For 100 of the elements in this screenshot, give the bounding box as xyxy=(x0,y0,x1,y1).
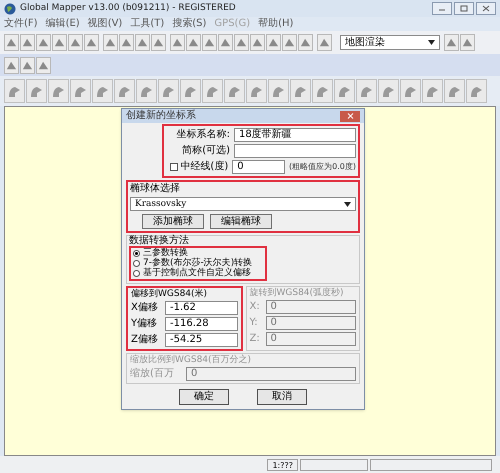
tool-button[interactable] xyxy=(119,34,134,51)
field-label: Y偏移 xyxy=(131,319,158,329)
text-field[interactable]: -54.25 xyxy=(165,333,238,347)
radio-option[interactable]: 三参数转换 xyxy=(133,249,263,258)
text-field[interactable]: -116.28 xyxy=(165,317,238,331)
field-label: X偏移 xyxy=(131,303,159,313)
menu-item[interactable]: 搜索(S) xyxy=(172,19,206,29)
tool-button[interactable] xyxy=(36,56,51,74)
tool-icon xyxy=(268,37,279,48)
tool-button[interactable] xyxy=(114,79,135,103)
tool-button[interactable] xyxy=(136,79,157,103)
tool-button[interactable] xyxy=(444,34,459,51)
tool-button[interactable] xyxy=(26,79,47,103)
tool-button[interactable] xyxy=(170,34,185,51)
menu-item[interactable]: 编辑(E) xyxy=(46,19,80,29)
tool-button[interactable] xyxy=(4,79,25,103)
tool-icon xyxy=(137,37,148,48)
tool-icon xyxy=(70,37,81,48)
tool-button[interactable] xyxy=(268,79,289,103)
text-field[interactable]: 0 xyxy=(232,160,286,174)
tool-button[interactable] xyxy=(20,34,35,51)
tool-button[interactable] xyxy=(422,79,443,103)
tool-button[interactable] xyxy=(290,79,311,103)
menu-item[interactable]: 帮助(H) xyxy=(258,19,294,29)
tool-icon xyxy=(220,37,231,48)
dropdown-arrow-icon xyxy=(428,40,435,45)
tool-icon xyxy=(38,37,49,48)
status-panel xyxy=(300,458,368,470)
tool-button[interactable] xyxy=(224,79,245,103)
close-button[interactable] xyxy=(476,2,496,15)
tool-button[interactable] xyxy=(378,79,399,103)
radio-button[interactable] xyxy=(133,260,140,267)
field-label: 坐标系名称: xyxy=(176,130,230,140)
maximize-icon xyxy=(460,5,468,12)
field-hint: (粗略值应为0.0度) xyxy=(289,163,356,171)
tool-button[interactable] xyxy=(202,79,223,103)
tool-button[interactable] xyxy=(334,79,355,103)
tool-button[interactable] xyxy=(70,79,91,103)
tool-button[interactable] xyxy=(68,34,83,51)
menu-item[interactable]: 视图(V) xyxy=(88,19,122,29)
tool-button[interactable] xyxy=(312,79,333,103)
tool-button[interactable] xyxy=(202,34,217,51)
field-label: Z偏移 xyxy=(131,335,159,345)
tool-button[interactable] xyxy=(103,34,118,51)
dialog-button[interactable]: 取消 xyxy=(257,389,307,405)
minimize-button[interactable] xyxy=(432,2,452,15)
tool-button[interactable] xyxy=(4,34,19,51)
radio-button[interactable] xyxy=(133,250,140,257)
tool-button[interactable] xyxy=(400,79,421,103)
tool-icon xyxy=(86,37,97,48)
tool-icon xyxy=(22,60,33,70)
ellipsoid-button[interactable]: 添加椭球 xyxy=(142,214,204,229)
close-icon xyxy=(482,5,490,12)
ellipsoid-dropdown[interactable]: Krassovsky xyxy=(130,197,356,211)
render-dropdown[interactable]: 地图渲染 xyxy=(340,35,440,50)
tool-icon xyxy=(252,37,263,48)
tool-button[interactable] xyxy=(282,34,297,51)
tool-button[interactable] xyxy=(466,79,487,103)
field-label: Z: xyxy=(250,334,261,344)
tool-icon xyxy=(446,37,457,48)
field-label: 简称(可选) xyxy=(181,146,230,156)
radio-option[interactable]: 基于控制点文件自定义偏移 xyxy=(133,269,263,278)
checkbox[interactable] xyxy=(170,163,178,171)
close-button[interactable] xyxy=(340,110,360,122)
text-field[interactable]: -1.62 xyxy=(165,301,238,315)
tool-button[interactable] xyxy=(250,34,265,51)
tool-button[interactable] xyxy=(266,34,281,51)
field-label: 缩放(百万 xyxy=(130,369,175,379)
menu-item[interactable]: 工具(T) xyxy=(130,19,164,29)
tool-button[interactable] xyxy=(36,34,51,51)
text-field[interactable] xyxy=(234,144,356,158)
tool-button[interactable] xyxy=(356,79,377,103)
tool-button[interactable] xyxy=(186,34,201,51)
tool-button[interactable] xyxy=(460,34,475,51)
text-field[interactable]: 18度带新疆 xyxy=(234,128,356,142)
dialog-button[interactable]: 确定 xyxy=(179,389,229,405)
tool-button[interactable] xyxy=(317,34,332,51)
tool-button[interactable] xyxy=(234,34,249,51)
tool-button[interactable] xyxy=(158,79,179,103)
tool-icon xyxy=(54,37,65,48)
radio-button[interactable] xyxy=(133,270,140,277)
tool-button[interactable] xyxy=(246,79,267,103)
radio-option[interactable]: 7-参数(布尔莎-沃尔夫)转换 xyxy=(133,259,263,268)
menu-item[interactable]: 文件(F) xyxy=(4,19,38,29)
tool-button[interactable] xyxy=(135,34,150,51)
tool-button[interactable] xyxy=(151,34,166,51)
tool-button[interactable] xyxy=(180,79,201,103)
maximize-button[interactable] xyxy=(454,2,474,15)
tool-button[interactable] xyxy=(52,34,67,51)
group-title: 偏移到WGS84(米) xyxy=(131,290,208,299)
tool-button[interactable] xyxy=(20,56,35,74)
tool-button[interactable] xyxy=(48,79,69,103)
tool-button[interactable] xyxy=(444,79,465,103)
group-title: 旋转到WGS84(弧度秒) xyxy=(250,289,345,298)
tool-button[interactable] xyxy=(92,79,113,103)
tool-button[interactable] xyxy=(218,34,233,51)
tool-button[interactable] xyxy=(298,34,313,51)
ellipsoid-button[interactable]: 编辑椭球 xyxy=(210,214,272,229)
tool-button[interactable] xyxy=(84,34,99,51)
tool-button[interactable] xyxy=(4,56,19,74)
